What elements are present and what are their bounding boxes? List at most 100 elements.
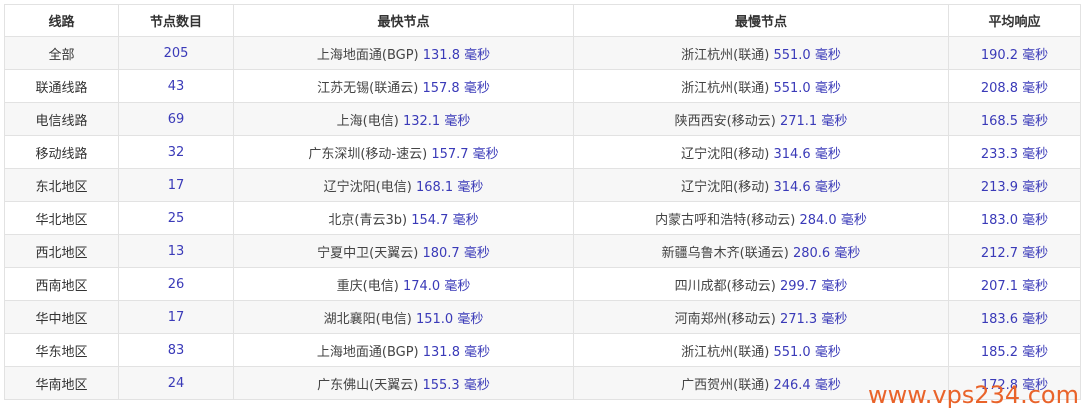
node-count-cell: 205 [118,36,234,70]
fastest-node-latency: 157.7 毫秒 [431,146,499,162]
fastest-node-latency: 154.7 毫秒 [411,212,479,228]
table-row: 移动线路 32 广东深圳(移动-速云) 157.7 毫秒 辽宁沈阳(移动) 31… [4,135,1081,169]
route-cell: 华东地区 [4,333,119,367]
slowest-node-latency: 271.3 毫秒 [779,311,848,327]
header-average-response: 平均响应 [948,4,1081,37]
fastest-node-latency: 151.0 毫秒 [415,311,484,327]
fastest-node-cell: 北京(青云3b) 154.7 毫秒 [233,201,574,235]
fastest-node-cell: 重庆(电信) 174.0 毫秒 [233,267,574,301]
slowest-node-latency: 280.6 毫秒 [792,245,861,261]
table-header-row: 线路 节点数目 最快节点 最慢节点 平均响应 [4,4,1081,37]
fastest-node-cell: 上海(电信) 132.1 毫秒 [233,102,574,136]
fastest-node-latency: 132.1 毫秒 [402,113,471,129]
node-count-cell: 69 [118,102,234,136]
average-response-cell: 212.7 毫秒 [948,234,1081,268]
fastest-node-location: 湖北襄阳(电信) [323,311,412,327]
header-slowest-node: 最慢节点 [573,4,949,37]
slowest-node-location: 广西贺州(联通) [681,377,770,393]
slowest-node-location: 四川成都(移动云) [674,278,776,294]
route-cell: 全部 [4,36,119,70]
fastest-node-latency: 174.0 毫秒 [402,278,471,294]
fastest-node-location: 广东深圳(移动-速云) [308,146,428,162]
header-fastest-node: 最快节点 [233,4,574,37]
fastest-node-cell: 广东佛山(天翼云) 155.3 毫秒 [233,366,574,400]
fastest-node-location: 重庆(电信) [336,278,399,294]
route-cell: 西南地区 [4,267,119,301]
slowest-node-latency: 314.6 毫秒 [773,146,841,162]
table-row: 西南地区 26 重庆(电信) 174.0 毫秒 四川成都(移动云) 299.7 … [4,267,1081,301]
fastest-node-cell: 江苏无锡(联通云) 157.8 毫秒 [233,69,574,103]
slowest-node-latency: 551.0 毫秒 [773,344,841,360]
table-row: 全部 205 上海地面通(BGP) 131.8 毫秒 浙江杭州(联通) 551.… [4,36,1081,70]
route-cell: 电信线路 [4,102,119,136]
fastest-node-location: 宁夏中卫(天翼云) [317,245,419,261]
speed-test-table: 线路 节点数目 最快节点 最慢节点 平均响应 全部 205 上海地面通(BGP)… [4,4,1081,400]
slowest-node-latency: 284.0 毫秒 [799,212,867,228]
fastest-node-cell: 宁夏中卫(天翼云) 180.7 毫秒 [233,234,574,268]
slowest-node-location: 内蒙古呼和浩特(移动云) [655,212,796,228]
slowest-node-latency: 299.7 毫秒 [779,278,848,294]
average-response-cell: 168.5 毫秒 [948,102,1081,136]
route-cell: 华北地区 [4,201,119,235]
route-cell: 东北地区 [4,168,119,202]
node-count-cell: 43 [118,69,234,103]
header-node-count: 节点数目 [118,4,234,37]
average-response-cell: 208.8 毫秒 [948,69,1081,103]
fastest-node-latency: 131.8 毫秒 [422,47,491,63]
fastest-node-latency: 131.8 毫秒 [422,344,491,360]
slowest-node-cell: 河南郑州(移动云) 271.3 毫秒 [573,300,949,334]
fastest-node-location: 上海(电信) [336,113,399,129]
table-row: 华中地区 17 湖北襄阳(电信) 151.0 毫秒 河南郑州(移动云) 271.… [4,300,1081,334]
slowest-node-location: 辽宁沈阳(移动) [681,146,770,162]
slowest-node-location: 辽宁沈阳(移动) [681,179,770,195]
average-response-cell: 190.2 毫秒 [948,36,1081,70]
slowest-node-location: 陕西西安(移动云) [674,113,776,129]
fastest-node-location: 上海地面通(BGP) [316,344,419,360]
table-row: 电信线路 69 上海(电信) 132.1 毫秒 陕西西安(移动云) 271.1 … [4,102,1081,136]
slowest-node-location: 浙江杭州(联通) [681,47,770,63]
slowest-node-location: 浙江杭州(联通) [681,80,770,96]
fastest-node-cell: 上海地面通(BGP) 131.8 毫秒 [233,36,574,70]
slowest-node-location: 河南郑州(移动云) [674,311,776,327]
slowest-node-latency: 271.1 毫秒 [779,113,848,129]
fastest-node-location: 辽宁沈阳(电信) [323,179,412,195]
table-row: 东北地区 17 辽宁沈阳(电信) 168.1 毫秒 辽宁沈阳(移动) 314.6… [4,168,1081,202]
slowest-node-cell: 四川成都(移动云) 299.7 毫秒 [573,267,949,301]
table-row: 华北地区 25 北京(青云3b) 154.7 毫秒 内蒙古呼和浩特(移动云) 2… [4,201,1081,235]
fastest-node-cell: 上海地面通(BGP) 131.8 毫秒 [233,333,574,367]
slowest-node-latency: 246.4 毫秒 [773,377,841,393]
fastest-node-latency: 155.3 毫秒 [422,377,490,393]
route-cell: 联通线路 [4,69,119,103]
node-count-cell: 32 [118,135,234,169]
table-row: 联通线路 43 江苏无锡(联通云) 157.8 毫秒 浙江杭州(联通) 551.… [4,69,1081,103]
route-cell: 西北地区 [4,234,119,268]
fastest-node-location: 北京(青云3b) [328,212,408,228]
average-response-cell: 183.0 毫秒 [948,201,1081,235]
node-count-cell: 83 [118,333,234,367]
average-response-cell: 183.6 毫秒 [948,300,1081,334]
header-route: 线路 [4,4,119,37]
fastest-node-cell: 辽宁沈阳(电信) 168.1 毫秒 [233,168,574,202]
average-response-cell: 213.9 毫秒 [948,168,1081,202]
route-cell: 华南地区 [4,366,119,400]
site-watermark: www.vps234.com [868,381,1079,409]
slowest-node-cell: 浙江杭州(联通) 551.0 毫秒 [573,333,949,367]
average-response-cell: 233.3 毫秒 [948,135,1081,169]
slowest-node-cell: 陕西西安(移动云) 271.1 毫秒 [573,102,949,136]
node-count-cell: 25 [118,201,234,235]
average-response-cell: 207.1 毫秒 [948,267,1081,301]
slowest-node-cell: 内蒙古呼和浩特(移动云) 284.0 毫秒 [573,201,949,235]
fastest-node-location: 上海地面通(BGP) [316,47,419,63]
node-count-cell: 26 [118,267,234,301]
node-count-cell: 13 [118,234,234,268]
table-row: 华东地区 83 上海地面通(BGP) 131.8 毫秒 浙江杭州(联通) 551… [4,333,1081,367]
route-cell: 移动线路 [4,135,119,169]
slowest-node-cell: 浙江杭州(联通) 551.0 毫秒 [573,36,949,70]
node-count-cell: 24 [118,366,234,400]
slowest-node-cell: 辽宁沈阳(移动) 314.6 毫秒 [573,168,949,202]
fastest-node-cell: 广东深圳(移动-速云) 157.7 毫秒 [233,135,574,169]
fastest-node-latency: 157.8 毫秒 [422,80,490,96]
table-row: 西北地区 13 宁夏中卫(天翼云) 180.7 毫秒 新疆乌鲁木齐(联通云) 2… [4,234,1081,268]
slowest-node-latency: 314.6 毫秒 [773,179,841,195]
slowest-node-location: 浙江杭州(联通) [681,344,770,360]
